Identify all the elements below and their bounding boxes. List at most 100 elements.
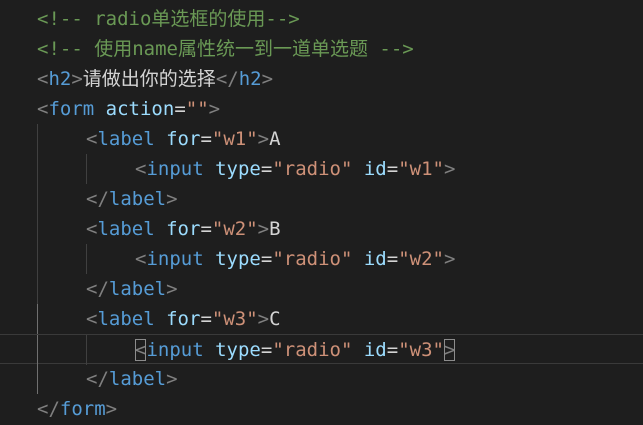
code-token: > <box>443 339 456 361</box>
code-token: "radio" <box>272 339 353 361</box>
code-text: <input type="radio" id="w3"> <box>135 335 456 365</box>
code-token: "w2" <box>398 248 444 270</box>
code-token: id <box>363 339 387 361</box>
code-token: > <box>166 368 178 390</box>
code-token: type <box>215 158 261 180</box>
code-token: input <box>146 158 204 180</box>
code-token: > <box>443 158 456 180</box>
code-line[interactable]: <label for="w2">B <box>0 214 643 244</box>
code-token: label <box>97 128 155 150</box>
indent-guide <box>86 244 87 274</box>
code-token: < <box>86 128 98 150</box>
code-token: > <box>257 308 270 330</box>
code-token: < <box>37 68 49 90</box>
code-token: </ <box>86 278 109 300</box>
code-line[interactable]: <input type="radio" id="w1"> <box>0 154 643 184</box>
code-line[interactable]: </label> <box>0 364 643 394</box>
code-token: "radio" <box>272 248 353 270</box>
code-token: for <box>166 128 201 150</box>
code-token: type <box>215 339 261 361</box>
code-token: input <box>146 248 204 270</box>
code-token: = <box>260 339 273 361</box>
code-token: "radio" <box>272 158 353 180</box>
code-text: <input type="radio" id="w2"> <box>135 244 455 274</box>
code-text: <label for="w1">A <box>86 124 281 154</box>
indent-guide <box>37 124 38 154</box>
code-token: "w1" <box>398 158 444 180</box>
code-token: </ <box>215 68 239 90</box>
code-token: for <box>166 308 201 330</box>
code-token: = <box>386 158 399 180</box>
code-token: label <box>108 368 167 390</box>
code-line[interactable]: <!-- radio单选框的使用--> <box>0 4 643 34</box>
code-token: id <box>363 248 387 270</box>
code-token: "w1" <box>211 128 258 150</box>
code-line[interactable]: <label for="w3">C <box>0 304 643 334</box>
code-text: </label> <box>86 274 178 304</box>
code-editor[interactable]: <!-- radio单选框的使用--> <!-- 使用name属性统一到一道单选题… <box>0 0 643 425</box>
code-token: action <box>105 98 175 120</box>
code-line[interactable]: <!-- 使用name属性统一到一道单选题 --> <box>0 34 643 64</box>
code-token: label <box>108 188 167 210</box>
code-token: id <box>363 158 387 180</box>
code-text: <form action=""> <box>37 94 220 124</box>
indent-guide <box>37 214 38 244</box>
code-text: </label> <box>86 184 178 214</box>
code-line[interactable]: <h2>请做出你的选择</h2> <box>0 64 643 94</box>
code-line[interactable]: <input type="radio" id="w2"> <box>0 244 643 274</box>
code-text: <h2>请做出你的选择</h2> <box>37 64 273 94</box>
code-token: "w3" <box>211 308 258 330</box>
code-line[interactable]: </label> <box>0 274 643 304</box>
indent-guide <box>37 184 38 214</box>
indent-guide <box>86 154 87 184</box>
code-text: <label for="w2">B <box>86 214 281 244</box>
code-line[interactable]: <label for="w1">A <box>0 124 643 154</box>
indent-guide <box>86 335 87 365</box>
code-token: input <box>146 339 204 361</box>
code-token: A <box>269 128 281 150</box>
code-token: 请做出你的选择 <box>82 68 216 90</box>
code-token: > <box>257 128 270 150</box>
code-token: > <box>261 68 274 90</box>
code-token: < <box>86 218 98 240</box>
code-token: type <box>215 248 261 270</box>
code-token: </ <box>86 368 109 390</box>
code-line[interactable]: </form> <box>0 394 643 424</box>
code-text: <!-- radio单选框的使用--> <box>37 4 300 34</box>
code-token: > <box>71 68 83 90</box>
indent-guide <box>37 335 38 365</box>
code-token: > <box>208 98 221 120</box>
code-token: = <box>200 218 212 240</box>
code-token: "w3" <box>398 339 444 361</box>
code-token: C <box>269 308 281 330</box>
code-token: < <box>86 308 98 330</box>
code-token: < <box>135 248 147 270</box>
code-token: "w2" <box>211 218 258 240</box>
code-token: = <box>200 128 212 150</box>
indent-guide <box>37 364 38 394</box>
code-token: <!-- radio单选框的使用--> <box>37 8 300 30</box>
code-text: <!-- 使用name属性统一到一道单选题 --> <box>37 34 414 64</box>
code-line[interactable]: <input type="radio" id="w3"> <box>0 334 643 365</box>
code-token: > <box>105 398 118 420</box>
code-line[interactable]: </label> <box>0 184 643 214</box>
code-token: label <box>97 218 155 240</box>
code-token: > <box>166 188 178 210</box>
code-token: label <box>97 308 155 330</box>
code-token: < <box>135 158 147 180</box>
code-token: < <box>135 339 147 361</box>
indent-guide <box>37 274 38 304</box>
code-token: > <box>166 278 178 300</box>
code-token: </ <box>37 398 60 420</box>
code-line[interactable]: <form action=""> <box>0 94 643 124</box>
code-token: > <box>257 218 270 240</box>
indent-guide <box>37 244 38 274</box>
code-text: </label> <box>86 364 178 394</box>
indent-guide <box>37 154 38 184</box>
code-text: </form> <box>37 394 117 424</box>
